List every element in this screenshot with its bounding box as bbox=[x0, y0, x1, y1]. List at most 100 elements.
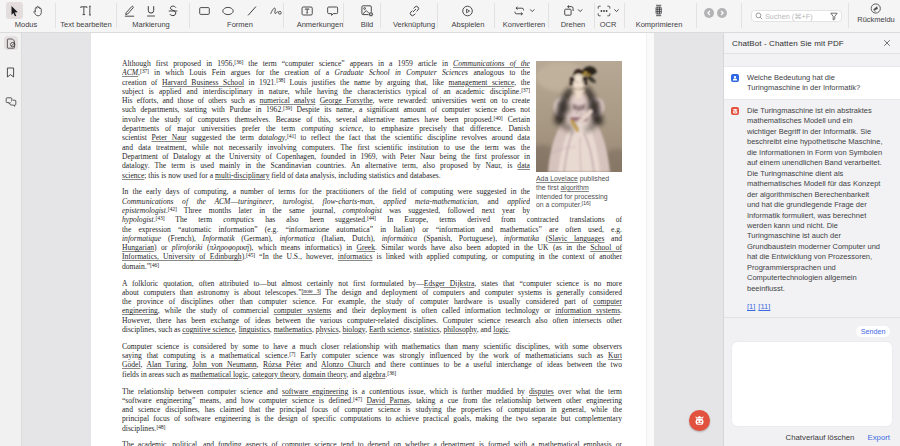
text-line: Computer science is considered by some t… bbox=[122, 342, 622, 351]
toolbar-group-label: Verknüpfung bbox=[393, 21, 435, 29]
text-line: principal focus of software engineering … bbox=[122, 414, 622, 423]
add-link-button[interactable] bbox=[406, 2, 423, 19]
underline-icon bbox=[146, 5, 157, 17]
text-line: and science disciplines, has claimed tha… bbox=[122, 405, 622, 414]
text-line: subject is applied and interdisciplinary… bbox=[122, 87, 530, 96]
convert-button[interactable] bbox=[513, 2, 527, 19]
search-input[interactable] bbox=[765, 12, 830, 21]
figure-ada-lovelace: Ada Lovelace publishedthe first algorith… bbox=[536, 59, 622, 210]
close-icon bbox=[883, 39, 891, 47]
toolbar-icon-row bbox=[359, 0, 376, 21]
toolbar: Modus Text bearbeiten bbox=[0, 0, 900, 33]
highlight-button[interactable] bbox=[123, 2, 136, 19]
export-chat-button[interactable]: Export bbox=[867, 433, 890, 442]
scribble-shape-button[interactable] bbox=[268, 2, 285, 19]
pdf-editor-app: Modus Text bearbeiten bbox=[0, 0, 900, 446]
text-line: A folkloric quotation, often attributed … bbox=[122, 279, 622, 288]
toolbar-icon-row bbox=[123, 0, 180, 21]
feedback-button[interactable]: Rückmeldu bbox=[857, 3, 895, 24]
toolbar-icon-row bbox=[513, 0, 536, 21]
assistant-message-references: [1][11] bbox=[747, 295, 883, 313]
underline-button[interactable] bbox=[145, 2, 158, 19]
send-button[interactable]: Senden bbox=[856, 326, 890, 337]
compress-button[interactable] bbox=[651, 2, 668, 19]
toolbar-separator bbox=[848, 3, 849, 28]
edit-text-button[interactable] bbox=[77, 2, 94, 19]
clear-chat-button[interactable]: Chatverlauf löschen bbox=[786, 433, 855, 442]
text-line: creation of Harvard Business School in 1… bbox=[122, 78, 530, 87]
strikethrough-button[interactable] bbox=[167, 2, 180, 19]
cursor-tool-button[interactable] bbox=[6, 2, 23, 19]
strikethrough-icon bbox=[168, 5, 179, 17]
feedback-label: Rückmeldu bbox=[857, 16, 895, 24]
hand-tool-button[interactable] bbox=[29, 2, 46, 19]
robot-icon bbox=[732, 108, 738, 114]
user-avatar-icon bbox=[731, 74, 739, 82]
previous-page-button[interactable] bbox=[704, 8, 714, 18]
chat-input[interactable] bbox=[731, 341, 893, 427]
toolbar-separator bbox=[741, 3, 742, 28]
toolbar-group-convert: Konvertieren bbox=[503, 0, 546, 32]
sidebar-comments-button[interactable] bbox=[4, 95, 18, 109]
text-line: on a computer.[16] bbox=[536, 201, 622, 210]
paragraph: Ada Lovelace publishedthe first algorith… bbox=[536, 175, 622, 210]
chevron-right-icon bbox=[719, 10, 725, 16]
paragraph: A folkloric quotation, often attributed … bbox=[122, 279, 622, 335]
toolbar-icon-row bbox=[196, 0, 285, 21]
toolbar-group-label: Drehen bbox=[561, 21, 586, 29]
pdf-page[interactable]: Ada Lovelace publishedthe first algorith… bbox=[91, 33, 646, 446]
chat-messages: Welche Bedeutung hat die Turingmaschine … bbox=[724, 54, 900, 317]
sidebar-thumbnails-button[interactable] bbox=[4, 36, 18, 50]
ocr-button[interactable] bbox=[596, 2, 611, 19]
text-line: informatique (French), Informatik (Germa… bbox=[122, 234, 622, 243]
chatbot-panel: ChatBot - Chatten Sie mit PDF Welche Bed… bbox=[723, 33, 900, 446]
close-chatbot-button[interactable] bbox=[882, 38, 892, 48]
text-line: involve the study of computers themselve… bbox=[122, 115, 530, 124]
text-line: ACM,[37] in which Louis Fein argues for … bbox=[122, 68, 530, 77]
text-line: His efforts, and those of others such as… bbox=[122, 96, 530, 105]
toolbar-group-label: Komprimieren bbox=[636, 21, 683, 29]
insert-image-button[interactable] bbox=[359, 2, 376, 19]
next-page-button[interactable] bbox=[717, 8, 727, 18]
toolbar-separator bbox=[343, 3, 344, 28]
page-thumbnails-icon bbox=[6, 38, 16, 49]
reference-link[interactable]: [1] bbox=[747, 302, 755, 311]
toolbar-separator bbox=[624, 3, 625, 28]
text-line: disciplines.[48] bbox=[122, 424, 622, 433]
document-scrollbar[interactable] bbox=[646, 33, 654, 446]
toolbar-separator bbox=[696, 3, 697, 28]
sidebar-bookmarks-button[interactable] bbox=[4, 65, 18, 79]
text-line: However, there has been exchange of idea… bbox=[122, 316, 622, 325]
ellipse-shape-button[interactable] bbox=[220, 2, 237, 19]
chat-compose-area: Senden Chatverlauf löschen Export bbox=[724, 317, 900, 446]
rectangle-shape-button[interactable] bbox=[196, 2, 213, 19]
text-line: domain.”[46] bbox=[122, 262, 622, 271]
chevron-left-icon bbox=[706, 10, 712, 16]
toolbar-group-label: OCR bbox=[600, 21, 617, 29]
toolbar-icon-row bbox=[651, 0, 668, 21]
comment-annotation-button[interactable] bbox=[324, 2, 341, 19]
reference-link[interactable]: [11] bbox=[758, 302, 770, 311]
rotate-button[interactable] bbox=[562, 2, 575, 19]
text-line: “software engineering” means, and how co… bbox=[122, 396, 622, 405]
left-sidebar bbox=[0, 33, 22, 446]
toolbar-group-label: Bild bbox=[361, 21, 374, 29]
toolbar-group-label: Markierung bbox=[132, 21, 170, 29]
text-line: datalogy. The term is used mainly in the… bbox=[122, 161, 530, 170]
scribble-icon bbox=[270, 5, 283, 17]
rotate-icon bbox=[562, 5, 574, 17]
toolbar-group-compress: Komprimieren bbox=[636, 0, 683, 32]
toolbar-separator bbox=[380, 3, 381, 28]
toolbar-group-text-edit: Text bearbeiten bbox=[60, 0, 111, 32]
filter-icon[interactable] bbox=[830, 12, 838, 21]
line-shape-button[interactable] bbox=[244, 2, 261, 19]
toolbar-group-shapes: Formen bbox=[196, 0, 285, 32]
chatbot-header: ChatBot - Chatten Sie mit PDF bbox=[724, 33, 900, 54]
chevron-down-icon bbox=[529, 7, 536, 14]
text-annotation-button[interactable] bbox=[299, 2, 316, 19]
play-button[interactable] bbox=[459, 2, 476, 19]
search-icon bbox=[755, 12, 763, 20]
toolbar-group-link: Verknüpfung bbox=[393, 0, 435, 32]
chatbot-floating-button[interactable] bbox=[689, 410, 710, 431]
paragraph: The academic, political, and funding asp… bbox=[122, 440, 622, 446]
